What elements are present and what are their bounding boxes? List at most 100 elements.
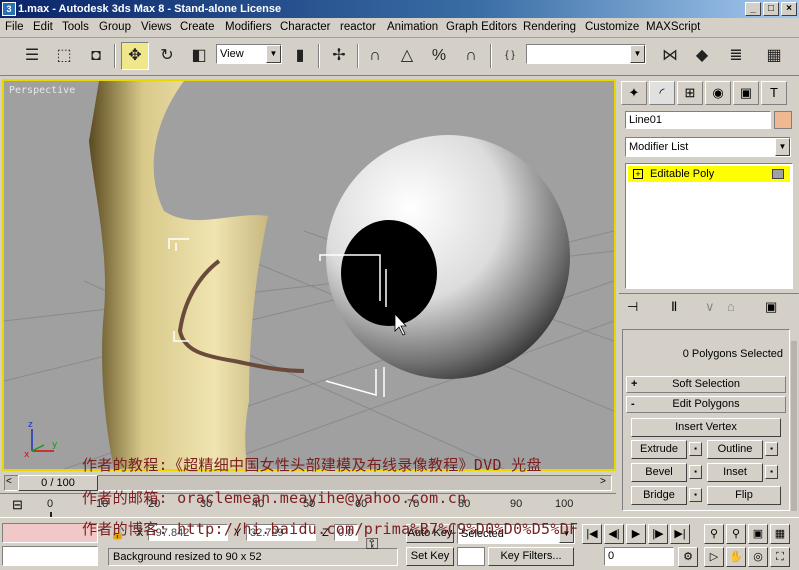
trackbar-menu-icon[interactable]: ⊟ xyxy=(12,497,23,513)
pivot-center-icon[interactable]: ▮ xyxy=(286,42,314,70)
align-icon[interactable]: ◆ xyxy=(688,42,716,70)
go-to-end-icon[interactable]: ▶| xyxy=(670,524,690,544)
svg-text:z: z xyxy=(28,420,33,430)
remove-modifier-icon[interactable]: ⌂ xyxy=(727,299,735,314)
sphere-hole xyxy=(341,220,437,326)
menu-reactor[interactable]: reactor xyxy=(340,21,376,33)
panel-scrollbar[interactable] xyxy=(791,341,797,511)
chevron-down-icon: ▼ xyxy=(266,45,281,63)
zoom-icon[interactable]: ⚲ xyxy=(704,524,724,544)
make-unique-icon[interactable]: ∨ xyxy=(705,299,715,315)
move-icon[interactable]: ✥ xyxy=(121,42,149,70)
stack-toggle-icon[interactable] xyxy=(772,169,784,179)
prompt-line: Background resized to 90 x 52 xyxy=(108,548,398,566)
zoom-extents-all-icon[interactable]: ▦ xyxy=(770,524,790,544)
selection-info: 0 Polygons Selected xyxy=(682,348,783,360)
create-tab-icon[interactable]: ✦ xyxy=(621,81,647,105)
select-manipulate-icon[interactable]: ✢ xyxy=(325,42,353,70)
go-to-start-icon[interactable]: |◀ xyxy=(582,524,602,544)
configure-sets-icon[interactable]: ▣ xyxy=(765,299,777,315)
zoom-extents-icon[interactable]: ▣ xyxy=(748,524,768,544)
maxscript-input-field[interactable] xyxy=(2,546,98,566)
extrude-button[interactable]: Extrude xyxy=(631,440,687,459)
motion-tab-icon[interactable]: ◉ xyxy=(705,81,731,105)
extrude-settings-icon[interactable]: ▪ xyxy=(689,442,702,456)
snap-toggle-icon[interactable]: ∩ xyxy=(361,42,389,70)
soft-selection-rollout[interactable]: + Soft Selection xyxy=(626,376,786,393)
menu-create[interactable]: Create xyxy=(180,21,215,33)
scale-icon[interactable]: ◧ xyxy=(185,42,213,70)
menu-rendering[interactable]: Rendering xyxy=(523,21,576,33)
curve-editor-icon[interactable]: ▦ xyxy=(760,42,788,70)
rect-selection-icon[interactable]: ⬚ xyxy=(50,42,78,70)
field-of-view-icon[interactable]: ▷ xyxy=(704,547,724,567)
menu-group[interactable]: Group xyxy=(99,21,131,33)
svg-text:x: x xyxy=(24,450,30,460)
title-bar: 3 1.max - Autodesk 3ds Max 8 - Stand-alo… xyxy=(0,0,799,18)
previous-frame-icon[interactable]: ◀| xyxy=(604,524,624,544)
display-tab-icon[interactable]: ▣ xyxy=(733,81,759,105)
angle-snap-icon[interactable]: △ xyxy=(393,42,421,70)
percent-snap-icon[interactable]: % xyxy=(425,42,453,70)
utilities-tab-icon[interactable]: T xyxy=(761,81,787,105)
reference-coord-select[interactable]: View ▼ xyxy=(216,44,282,64)
insert-vertex-button[interactable]: Insert Vertex xyxy=(631,418,781,437)
object-color-swatch[interactable] xyxy=(774,111,792,129)
object-name-field[interactable]: Line01 xyxy=(625,111,771,129)
pin-stack-icon[interactable]: ⊣ xyxy=(627,299,638,315)
inset-settings-icon[interactable]: ▪ xyxy=(765,465,778,479)
menu-maxscript[interactable]: MAXScript xyxy=(646,21,700,33)
current-frame-field[interactable]: 0 xyxy=(604,547,674,566)
named-selection-set[interactable]: ▼ xyxy=(526,44,646,64)
menu-animation[interactable]: Animation xyxy=(387,21,438,33)
hierarchy-tab-icon[interactable]: ⊞ xyxy=(677,81,703,105)
stack-item-editable-poly[interactable]: + Editable Poly xyxy=(628,166,790,182)
flip-button[interactable]: Flip xyxy=(707,486,781,505)
select-by-name-icon[interactable]: ☰ xyxy=(18,42,46,70)
bevel-button[interactable]: Bevel xyxy=(631,463,687,482)
menu-views[interactable]: Views xyxy=(141,21,171,33)
close-button[interactable]: × xyxy=(781,2,797,16)
next-frame-icon[interactable]: |▶ xyxy=(648,524,668,544)
edit-polygons-rollout[interactable]: - Edit Polygons xyxy=(626,396,786,413)
maximize-viewport-icon[interactable]: ⛶ xyxy=(770,547,790,567)
minimize-button[interactable]: _ xyxy=(745,2,761,16)
zoom-all-icon[interactable]: ⚲ xyxy=(726,524,746,544)
set-key-button[interactable]: Set Key xyxy=(406,547,454,566)
bridge-button[interactable]: Bridge xyxy=(631,486,687,505)
window-crossing-icon[interactable]: ◘ xyxy=(82,42,110,70)
mirror-icon[interactable]: ⋈ xyxy=(656,42,684,70)
viewport-label[interactable]: Perspective xyxy=(9,85,75,96)
menu-edit[interactable]: Edit xyxy=(33,21,53,33)
slider-right-arrow-icon[interactable]: > xyxy=(600,476,606,487)
show-end-result-icon[interactable]: Ⅱ xyxy=(671,299,677,315)
outline-button[interactable]: Outline xyxy=(707,440,763,459)
bevel-settings-icon[interactable]: ▪ xyxy=(689,465,702,479)
slider-left-arrow-icon[interactable]: < xyxy=(6,476,12,487)
layer-manager-icon[interactable]: ≣ xyxy=(722,42,750,70)
menu-file[interactable]: File xyxy=(5,21,24,33)
outline-settings-icon[interactable]: ▪ xyxy=(765,442,778,456)
menu-tools[interactable]: Tools xyxy=(62,21,89,33)
menu-modifiers[interactable]: Modifiers xyxy=(225,21,272,33)
menu-character[interactable]: Character xyxy=(280,21,331,33)
modify-tab-icon[interactable]: ◜ xyxy=(649,81,675,105)
default-tangent-icon[interactable] xyxy=(457,547,485,566)
menu-graph-editors[interactable]: Graph Editors xyxy=(446,21,517,33)
maximize-button[interactable]: □ xyxy=(763,2,779,16)
bridge-settings-icon[interactable]: ▪ xyxy=(689,488,702,502)
pan-icon[interactable]: ✋ xyxy=(726,547,746,567)
spinner-snap-icon[interactable]: ∩ xyxy=(457,42,485,70)
play-icon[interactable]: ▶ xyxy=(626,524,646,544)
edit-named-selection-icon[interactable]: { } xyxy=(496,42,524,70)
menu-customize[interactable]: Customize xyxy=(585,21,639,33)
rotate-icon[interactable]: ↻ xyxy=(153,42,181,70)
expand-icon[interactable]: + xyxy=(633,169,643,179)
arc-rotate-icon[interactable]: ◎ xyxy=(748,547,768,567)
inset-button[interactable]: Inset xyxy=(707,463,763,482)
time-config-icon[interactable]: ⚙ xyxy=(678,547,698,567)
modifier-list-select[interactable]: Modifier List ▼ xyxy=(625,137,791,157)
email-overlay-text: 作者的邮箱: oraclemean.meayihe@yahoo.com.cn xyxy=(82,489,467,507)
perspective-viewport[interactable]: x y z Perspective xyxy=(2,79,616,471)
key-filters-button[interactable]: Key Filters... xyxy=(488,547,574,566)
